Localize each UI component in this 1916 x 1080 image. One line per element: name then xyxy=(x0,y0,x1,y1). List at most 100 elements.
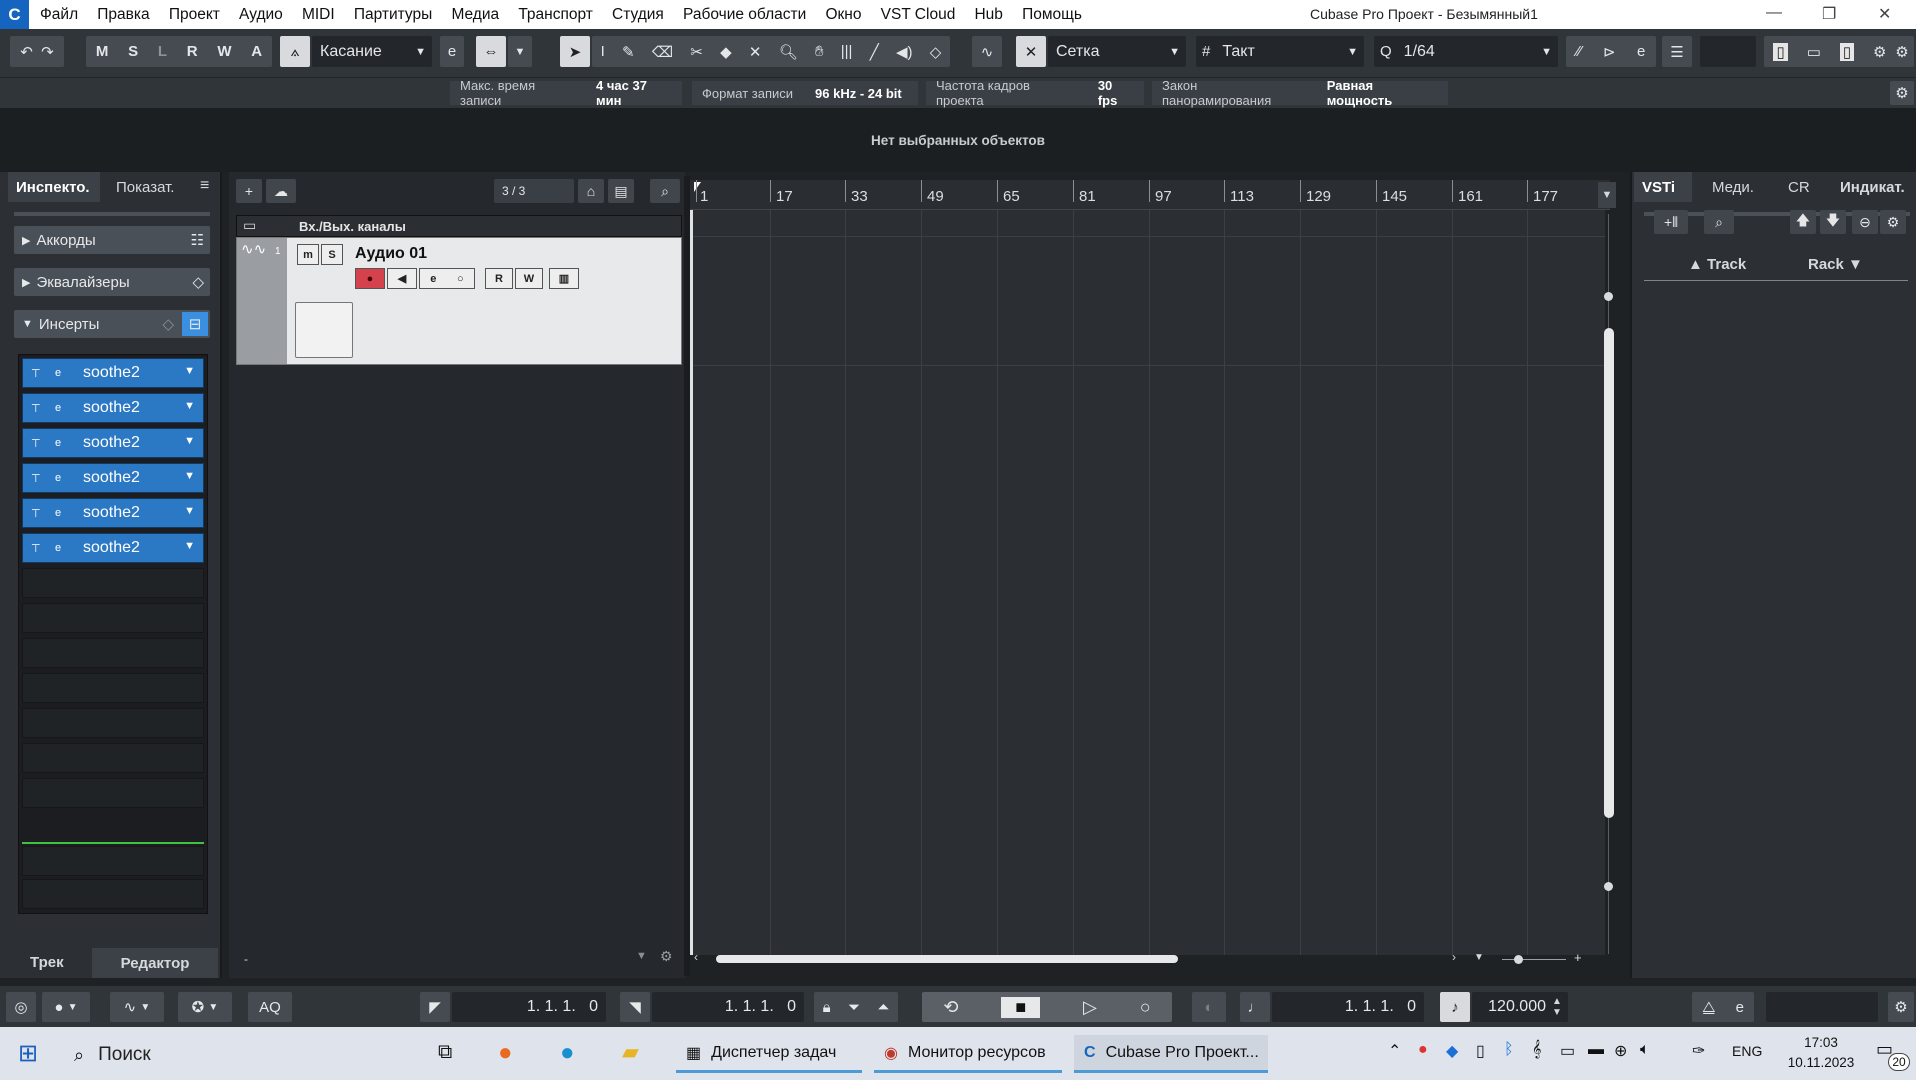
timeline-ruler[interactable]: 1 17 33 49 65 81 97 113 129 145 161 177 xyxy=(690,180,1610,210)
solo-mode-button[interactable]: S xyxy=(128,43,138,60)
quantize-edit-icon[interactable]: e xyxy=(1637,43,1645,60)
chords-icon[interactable]: ☷ xyxy=(191,231,204,249)
write-mode-button[interactable]: W xyxy=(217,43,231,60)
tray-app-icon[interactable]: ◆ xyxy=(1446,1041,1458,1061)
comp-tool-icon[interactable]: ||| xyxy=(841,43,853,60)
horizontal-scrollbar[interactable] xyxy=(716,955,1178,963)
insert-bypass-icon[interactable]: ⊤ xyxy=(31,367,47,380)
mute-tool-icon[interactable]: ✕ xyxy=(749,43,762,61)
tray-meet-icon[interactable]: ▭ xyxy=(1560,1041,1575,1061)
insert-slot-3[interactable]: ⊤ e soothe2 ▼ xyxy=(22,428,204,458)
auto-quantize-button[interactable]: AQ xyxy=(248,992,292,1022)
undo-redo-buttons[interactable]: ↶ ↷ xyxy=(10,36,64,67)
tray-network-icon[interactable]: ⊕ xyxy=(1614,1041,1627,1061)
vsti-search-icon[interactable]: ⌕ xyxy=(1704,210,1734,234)
menu-workspaces[interactable]: Рабочие области xyxy=(683,6,806,23)
listen-mode-button[interactable]: L xyxy=(158,43,167,60)
chevron-down-icon[interactable]: ▼ xyxy=(184,365,195,377)
metronome-icon[interactable]: ⧋ xyxy=(1702,999,1715,1016)
track-solo-button[interactable]: S xyxy=(321,244,343,265)
minimize-icon[interactable]: — xyxy=(1766,4,1782,22)
punch-mode-select[interactable]: ✪ ▼ xyxy=(178,992,232,1022)
pencil-tool-icon[interactable]: ✎ xyxy=(622,43,635,61)
stop-icon[interactable]: ■ xyxy=(1001,996,1041,1018)
vertical-zoom[interactable] xyxy=(1604,214,1614,954)
tab-vsti[interactable]: VSTi xyxy=(1634,172,1692,202)
eraser-tool-icon[interactable]: ⌫ xyxy=(652,43,673,61)
track-lanes-icon[interactable]: ▥ xyxy=(549,268,579,289)
insert-slot-8[interactable] xyxy=(22,603,204,633)
pointer-tool-icon[interactable]: ➤ xyxy=(560,36,590,67)
tray-pen-icon[interactable]: ✑ xyxy=(1692,1041,1705,1061)
insert-slot-12[interactable] xyxy=(22,743,204,773)
insert-edit-icon[interactable]: e xyxy=(55,367,71,379)
collapse-icon[interactable]: ⊖ xyxy=(1852,210,1878,234)
left-locator-field[interactable]: 1. 1. 1. 0 xyxy=(452,992,606,1022)
horizontal-zoom-handle[interactable] xyxy=(1514,955,1523,964)
hand-tool-icon[interactable]: ✋︎ xyxy=(815,43,824,60)
insert-bypass-icon[interactable]: ⊤ xyxy=(31,507,47,520)
color-tool-icon[interactable]: ◇ xyxy=(930,43,942,61)
insert-slot-15[interactable] xyxy=(22,879,204,909)
insert-edit-icon[interactable]: e xyxy=(55,402,71,414)
right-locator-field[interactable]: 1. 1. 1. 0 xyxy=(652,992,804,1022)
taskbar-app-resource-monitor[interactable]: ◉ Монитор ресурсов xyxy=(874,1035,1062,1073)
insert-slot-7[interactable] xyxy=(22,568,204,598)
taskbar-app-cubase[interactable]: C Cubase Pro Проект... xyxy=(1074,1035,1268,1073)
tray-usb-icon[interactable]: ▯ xyxy=(1476,1041,1485,1061)
chevron-down-icon[interactable]: ▼ xyxy=(636,950,647,962)
move-up-icon[interactable]: 🡅 xyxy=(1790,210,1816,234)
glue-tool-icon[interactable]: ◆ xyxy=(720,43,732,61)
chevron-down-icon[interactable]: ▼ xyxy=(184,505,195,517)
autoscroll-icon[interactable]: ⇔ xyxy=(476,36,506,67)
vertical-zoom-handle[interactable] xyxy=(1604,292,1613,301)
insert-edit-icon[interactable]: e xyxy=(55,507,71,519)
scroll-right-icon[interactable]: › xyxy=(1452,950,1456,964)
edit-icon[interactable]: e xyxy=(440,36,464,67)
inspector-menu-icon[interactable]: ≡ xyxy=(200,177,209,195)
play-icon[interactable]: ▷ xyxy=(1083,997,1097,1018)
tab-track[interactable]: Трек xyxy=(30,954,64,971)
menu-transport[interactable]: Транспорт xyxy=(518,6,593,23)
tab-meters[interactable]: Индикат. xyxy=(1832,172,1916,202)
punch-out-icon[interactable]: ⏶ xyxy=(877,999,889,1016)
taskbar-search[interactable]: ⌕ Поиск xyxy=(62,1037,412,1073)
right-locator-icon[interactable]: ◥ xyxy=(620,992,650,1022)
follow-icon[interactable]: ◐ xyxy=(1192,992,1226,1022)
menu-vst-cloud[interactable]: VST Cloud xyxy=(881,6,956,23)
menu-window[interactable]: Окно xyxy=(825,6,861,23)
insert-slot-14[interactable] xyxy=(22,846,204,876)
record-enable-button[interactable]: ● xyxy=(355,268,385,289)
zoom-tool-icon[interactable]: 🔍︎ xyxy=(779,43,798,61)
track-search-icon[interactable]: ⌕ xyxy=(650,179,680,203)
tab-control-room[interactable]: CR xyxy=(1780,172,1830,202)
inserts-pre-post-icon[interactable]: ⊟ xyxy=(182,312,208,336)
toolbar-settings-icon[interactable]: ⚙ xyxy=(1890,36,1914,67)
section-chords[interactable]: ▶ Аккорды ☷ xyxy=(14,226,210,254)
metronome-settings-icon[interactable]: e xyxy=(1736,999,1744,1016)
quantize-apply-icon[interactable]: ⊳ xyxy=(1603,43,1616,61)
snap-toggle-icon[interactable]: ∿ xyxy=(972,36,1002,67)
left-locator-icon[interactable]: ◤ xyxy=(420,992,450,1022)
automation-mode-select[interactable]: Касание ▼ xyxy=(312,36,432,67)
lower-zone-icon[interactable]: ▭ xyxy=(1807,43,1821,61)
add-track-icon[interactable]: + xyxy=(236,179,262,203)
menu-hub[interactable]: Hub xyxy=(974,6,1002,23)
insert-slot-2[interactable]: ⊤ e soothe2 ▼ xyxy=(22,393,204,423)
rack-column-header[interactable]: Rack ▼ xyxy=(1808,256,1863,273)
tray-clock[interactable]: 17:03 10.11.2023 xyxy=(1776,1033,1866,1073)
taskbar-app-task-manager[interactable]: ▦ Диспетчер задач xyxy=(676,1035,862,1073)
tab-media[interactable]: Меди. xyxy=(1704,172,1774,202)
zoom-in-icon[interactable]: + xyxy=(1574,950,1582,965)
menu-project[interactable]: Проект xyxy=(169,6,220,23)
menu-audio[interactable]: Аудио xyxy=(239,6,283,23)
horizontal-zoom-slider[interactable] xyxy=(1502,959,1566,960)
range-tool-icon[interactable]: I xyxy=(601,43,605,60)
chevron-down-icon[interactable]: ▼ xyxy=(184,540,195,552)
edit-channel-button[interactable]: e ○ xyxy=(419,268,475,289)
mute-mode-button[interactable]: M xyxy=(96,43,109,60)
insert-slot-13[interactable] xyxy=(22,778,204,808)
restore-icon[interactable]: ❐ xyxy=(1822,4,1836,24)
transport-settings-icon[interactable]: ⚙ xyxy=(1888,992,1914,1022)
tempo-stepper-icon[interactable]: ▲ ▼ xyxy=(1552,996,1562,1018)
